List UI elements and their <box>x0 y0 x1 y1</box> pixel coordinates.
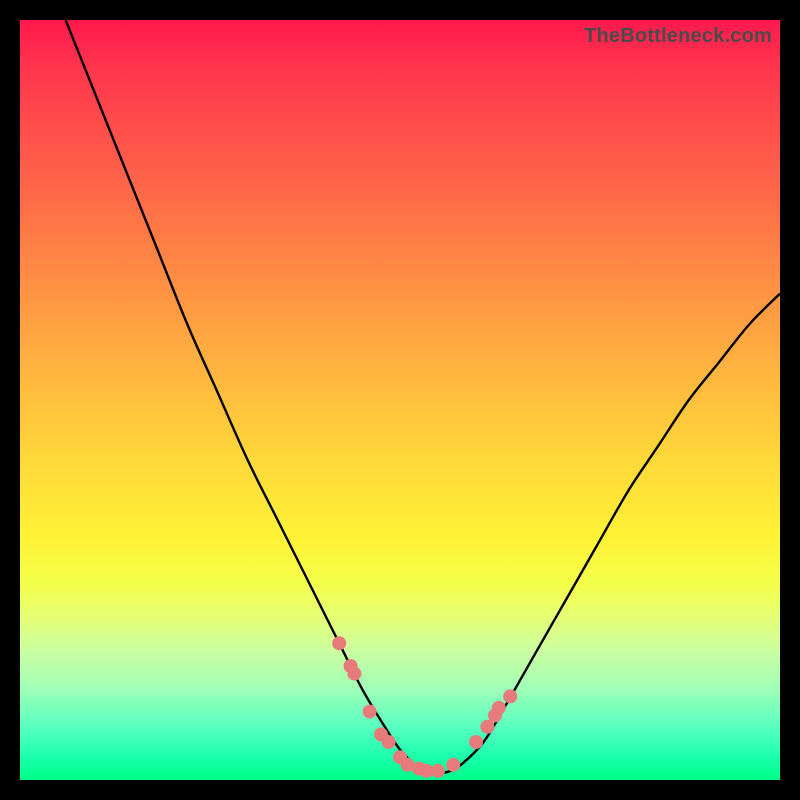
curve-dot <box>363 705 377 719</box>
curve-dot <box>480 720 494 734</box>
curve-dot <box>492 701 506 715</box>
curve-dot <box>469 735 483 749</box>
curve-dot <box>446 758 460 772</box>
bottleneck-curve <box>66 20 780 773</box>
curve-dot <box>347 667 361 681</box>
curve-dots <box>332 636 517 778</box>
curve-dot <box>503 689 517 703</box>
curve-dot <box>431 764 445 778</box>
chart-svg <box>20 20 780 780</box>
curve-dot <box>332 636 346 650</box>
chart-frame: TheBottleneck.com <box>20 20 780 780</box>
watermark-text: TheBottleneck.com <box>584 25 772 48</box>
curve-dot <box>382 735 396 749</box>
